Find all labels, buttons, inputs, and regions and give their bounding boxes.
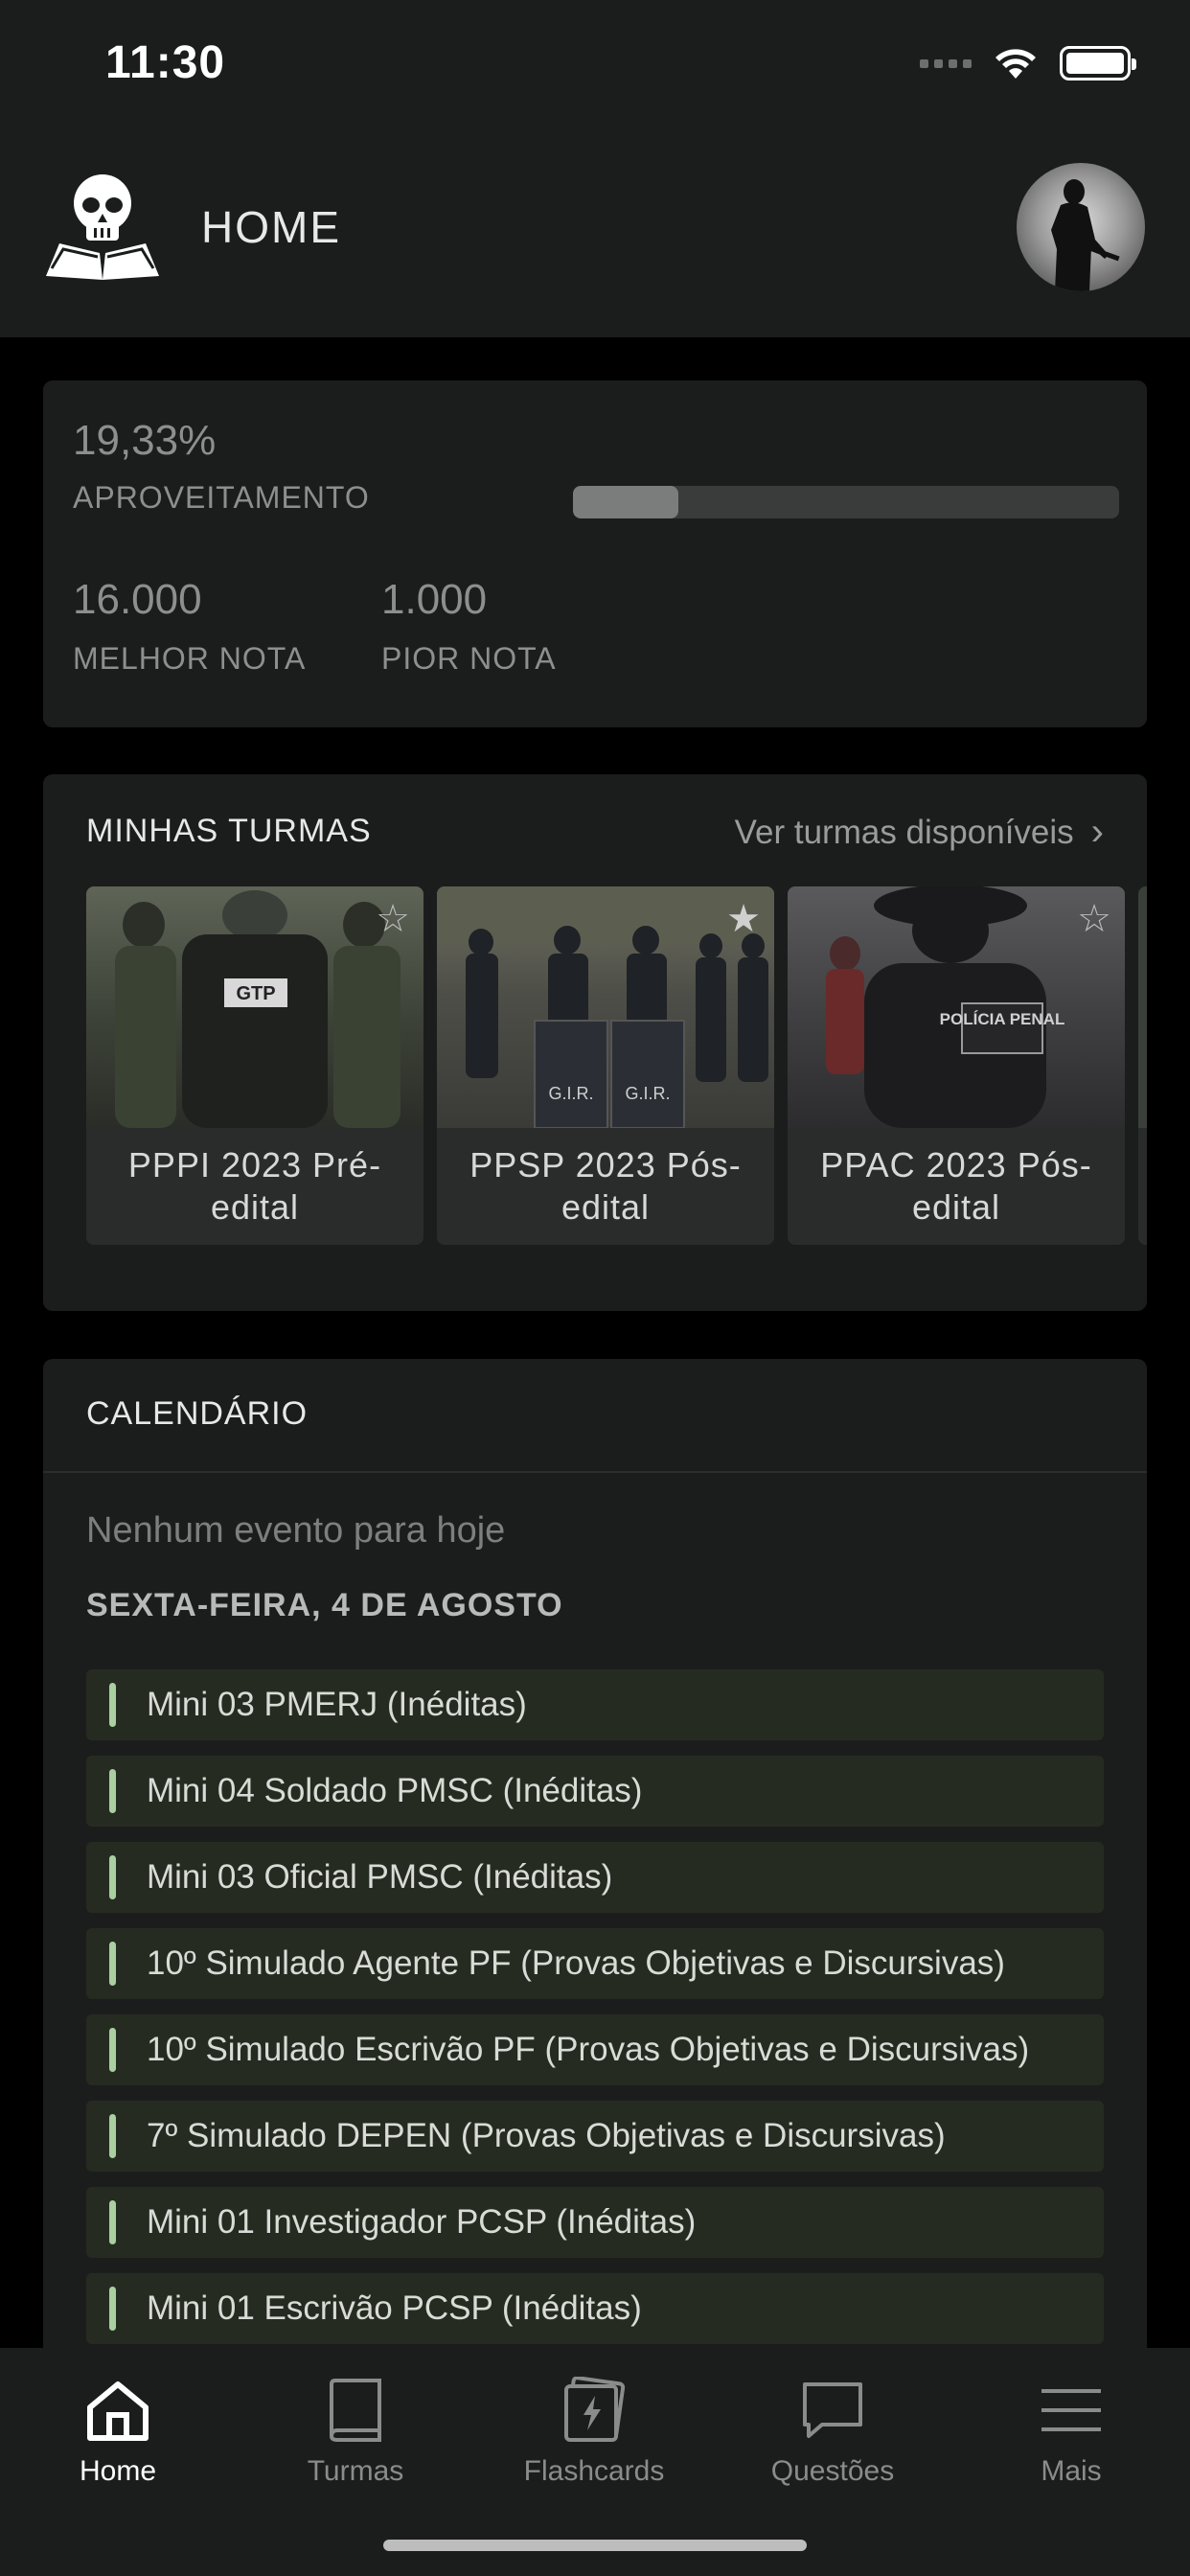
turma-badge: G.I.R. (548, 1084, 593, 1103)
aproveitamento-value: 19,33% (73, 417, 217, 464)
divider (43, 1471, 1147, 1473)
cellular-signal-icon (920, 58, 972, 68)
soldier-silhouette-icon (1051, 179, 1120, 291)
turma-photo: G.I.R. G.I.R. ★ (437, 886, 774, 1129)
home-indicator (383, 2540, 807, 2551)
event-title: 10º Simulado Escrivão PF (Provas Objetiv… (147, 2031, 1030, 2068)
star-outline-icon[interactable]: ☆ (1077, 900, 1111, 938)
events-list: Mini 03 PMERJ (Inéditas) Mini 04 Soldado… (86, 1669, 1104, 2359)
chevron-right-icon: › (1090, 811, 1104, 853)
section-title-calendario: CALENDÁRIO (86, 1395, 309, 1432)
section-title-turmas: MINHAS TURMAS (86, 813, 372, 849)
event-item[interactable]: 10º Simulado Agente PF (Provas Objetivas… (86, 1928, 1104, 1999)
chat-bubble-icon (803, 2382, 862, 2438)
event-item[interactable]: 7º Simulado DEPEN (Provas Objetivas e Di… (86, 2101, 1104, 2172)
tactical-team-image: GTP (115, 890, 400, 1128)
tab-label: Questões (770, 2455, 895, 2487)
event-title: Mini 03 Oficial PMSC (Inéditas) (147, 1858, 613, 1896)
event-accent-bar (109, 1855, 116, 1899)
home-icon (87, 2381, 149, 2441)
turma-badge: GTP (236, 983, 275, 1004)
riot-squad-image: G.I.R. G.I.R. (437, 886, 774, 1129)
turma-photo (1138, 886, 1147, 1128)
event-item[interactable]: Mini 04 Soldado PMSC (Inéditas) (86, 1756, 1104, 1827)
event-title: 10º Simulado Agente PF (Provas Objetivas… (147, 1944, 1005, 1982)
star-filled-icon[interactable]: ★ (726, 900, 761, 938)
melhor-nota-value: 16.000 (73, 576, 202, 623)
skull-book-logo-icon (46, 174, 159, 280)
star-outline-icon[interactable]: ☆ (376, 900, 410, 938)
tab-label: Home (79, 2455, 157, 2487)
event-item[interactable]: Mini 01 Investigador PCSP (Inéditas) (86, 2187, 1104, 2258)
flashcards-icon (564, 2377, 626, 2442)
event-accent-bar (109, 2028, 116, 2072)
event-title: Mini 04 Soldado PMSC (Inéditas) (147, 1772, 643, 1809)
melhor-nota-label: MELHOR NOTA (73, 641, 307, 676)
profile-avatar[interactable] (1017, 163, 1145, 291)
turma-badge: POLÍCIA PENAL (940, 1010, 1065, 1028)
turma-photo: POLÍCIA PENAL ☆ (788, 886, 1125, 1128)
pior-nota-label: PIOR NOTA (381, 641, 557, 676)
pior-nota-value: 1.000 (381, 576, 488, 623)
tab-turmas[interactable]: Turmas (260, 2367, 451, 2488)
ver-turmas-label: Ver turmas disponíveis (734, 813, 1074, 851)
event-accent-bar (109, 1942, 116, 1986)
wifi-icon (995, 49, 1036, 79)
policia-penal-image: POLÍCIA PENAL (826, 886, 1065, 1128)
event-accent-bar (109, 1769, 116, 1813)
turma-card[interactable]: POLÍCIA PENAL ☆ PPAC 2023 Pós-edital (788, 886, 1125, 1245)
app-header: 11:30 HOME (0, 0, 1190, 337)
turma-name: PPPI 2023 Pré-edital (127, 1145, 382, 1227)
aproveitamento-label: APROVEITAMENTO (73, 480, 370, 515)
tab-home[interactable]: Home (22, 2367, 214, 2488)
date-heading: SEXTA-FEIRA, 4 DE AGOSTO (86, 1587, 563, 1623)
turma-card[interactable]: GTP ☆ PPPI 2023 Pré-edital (86, 886, 423, 1245)
battery-icon (1060, 46, 1136, 80)
book-icon (330, 2379, 381, 2442)
calendario-card: CALENDÁRIO Nenhum evento para hoje SEXTA… (43, 1359, 1147, 2356)
event-title: Mini 01 Escrivão PCSP (Inéditas) (147, 2289, 642, 2327)
tab-label: Turmas (307, 2455, 404, 2487)
turma-name: PPSP 2023 Pós-edital (469, 1145, 742, 1227)
turma-name: PPAC 2023 Pós-edital (820, 1145, 1092, 1227)
aproveitamento-progress-bar (573, 486, 1119, 518)
progress-fill (573, 486, 679, 518)
menu-icon (1041, 2389, 1101, 2431)
status-icons (920, 46, 1136, 80)
event-accent-bar (109, 2200, 116, 2244)
turma-photo: GTP ☆ (86, 886, 423, 1128)
event-item[interactable]: Mini 01 Escrivão PCSP (Inéditas) (86, 2273, 1104, 2344)
tab-label: Flashcards (523, 2455, 665, 2487)
event-title: Mini 01 Investigador PCSP (Inéditas) (147, 2203, 697, 2241)
performance-card: 19,33% APROVEITAMENTO 16.000 MELHOR NOTA… (43, 380, 1147, 727)
turma-badge: G.I.R. (625, 1084, 670, 1103)
minhas-turmas-card: MINHAS TURMAS Ver turmas disponíveis › G… (43, 774, 1147, 1311)
tab-mais[interactable]: Mais (975, 2367, 1167, 2488)
event-accent-bar (109, 1683, 116, 1727)
ver-turmas-link[interactable]: Ver turmas disponíveis › (735, 811, 1104, 854)
event-accent-bar (109, 2287, 116, 2331)
tab-questoes[interactable]: Questões (737, 2367, 928, 2488)
empty-events-message: Nenhum evento para hoje (86, 1510, 506, 1551)
event-accent-bar (109, 2114, 116, 2158)
tab-flashcards[interactable]: Flashcards (498, 2367, 690, 2488)
event-title: 7º Simulado DEPEN (Provas Objetivas e Di… (147, 2117, 946, 2154)
page-title: HOME (201, 202, 341, 252)
event-item[interactable]: Mini 03 PMERJ (Inéditas) (86, 1669, 1104, 1740)
turmas-carousel[interactable]: GTP ☆ PPPI 2023 Pré-edital G.I.R. G.I.R.… (86, 886, 1147, 1245)
event-title: Mini 03 PMERJ (Inéditas) (147, 1686, 527, 1723)
event-item[interactable]: 10º Simulado Escrivão PF (Provas Objetiv… (86, 2014, 1104, 2085)
turma-card[interactable]: G.I.R. G.I.R. ★ PPSP 2023 Pós-edital (437, 886, 774, 1245)
event-item[interactable]: Mini 03 Oficial PMSC (Inéditas) (86, 1842, 1104, 1913)
status-time: 11:30 (105, 37, 226, 88)
tab-label: Mais (1041, 2455, 1102, 2487)
turma-card-partial[interactable] (1138, 886, 1147, 1245)
